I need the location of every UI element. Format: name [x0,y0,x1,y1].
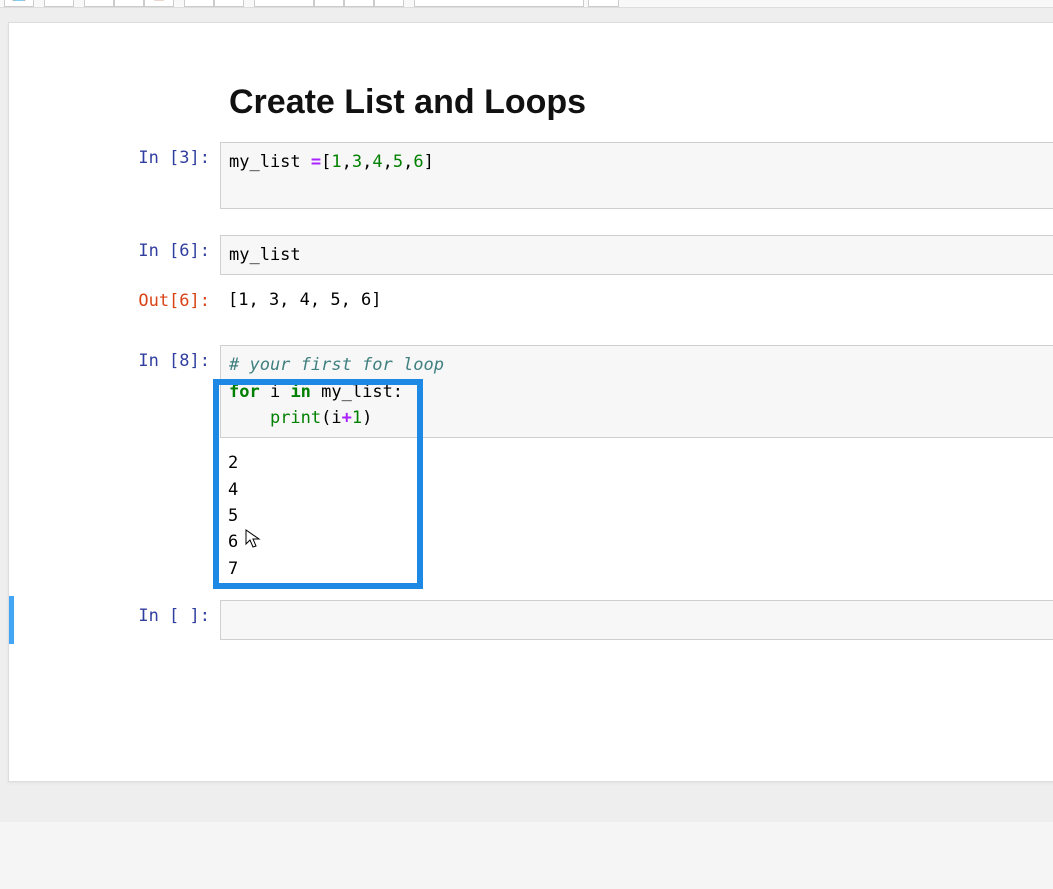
arrow-up-icon: ↑ [196,0,202,1]
cut-button[interactable]: ✂ [84,0,114,7]
celltype-value: Code [423,0,454,2]
copy-button[interactable]: ⧉ [114,0,144,7]
code-input[interactable]: # your first for loop for i in my_list: … [220,345,1053,438]
input-area[interactable]: my_list [220,235,1053,275]
output-row: 2 4 5 6 7 [9,444,1053,588]
code-input[interactable]: my_list [220,235,1053,275]
output-text: [1, 3, 4, 5, 6] [220,285,1053,315]
keyboard-icon: ⌨ [595,0,612,1]
run-button[interactable]: ▶ Run [254,0,314,7]
restart-run-all-button[interactable]: ▸▸ [374,0,404,7]
code-cell[interactable]: In [8]: # your first for loop for i in m… [9,341,1053,442]
restart-icon: ⟳ [354,0,364,1]
markdown-heading: Create List and Loops [229,83,1053,122]
paste-button[interactable]: 📋 [144,0,174,7]
move-down-button[interactable]: ↓ [214,0,244,7]
celltype-select[interactable]: Code [414,0,584,7]
code-input[interactable] [220,600,1053,640]
save-button[interactable]: 💾 [4,0,34,7]
save-icon: 💾 [12,0,27,1]
output-prompt-empty [110,448,220,584]
move-up-button[interactable]: ↑ [184,0,214,7]
input-area[interactable] [220,600,1053,640]
output-row: Out[6]: [1, 3, 4, 5, 6] [9,281,1053,319]
code-cell[interactable]: In [6]: my_list [9,231,1053,279]
input-prompt: In [3]: [110,142,220,209]
code-cell[interactable]: In [3]: my_list =[1,3,4,5,6] [9,138,1053,213]
stdout-text: 2 4 5 6 7 [220,448,1053,584]
notebook: Create List and Loops In [3]: my_list =[… [8,22,1053,782]
code-cell-selected[interactable]: In [ ]: [9,596,1053,644]
input-prompt: In [6]: [110,235,220,275]
run-label: Run [278,0,300,1]
scissors-icon: ✂ [94,0,104,1]
add-cell-button[interactable]: ＋ [44,0,74,7]
clipboard-icon: 📋 [152,0,167,1]
command-palette-button[interactable]: ⌨ [588,0,619,7]
plus-icon: ＋ [53,0,65,3]
input-prompt: In [ ]: [110,600,220,640]
toolbar: 💾 ＋ ✂ ⧉ 📋 ↑ ↓ ▶ Run ■ ⟳ ▸▸ Code ⌨ [0,0,1053,8]
output-prompt: Out[6]: [110,285,220,315]
stop-icon: ■ [325,0,332,1]
stop-button[interactable]: ■ [314,0,344,7]
input-area[interactable]: # your first for loop for i in my_list: … [220,345,1053,438]
input-prompt: In [8]: [110,345,220,438]
copy-icon: ⧉ [125,0,134,2]
restart-button[interactable]: ⟳ [344,0,374,7]
arrow-down-icon: ↓ [226,0,232,1]
fast-forward-icon: ▸▸ [383,0,395,1]
code-input[interactable]: my_list =[1,3,4,5,6] [220,142,1053,209]
notebook-container: Create List and Loops In [3]: my_list =[… [0,8,1053,822]
input-area[interactable]: my_list =[1,3,4,5,6] [220,142,1053,209]
